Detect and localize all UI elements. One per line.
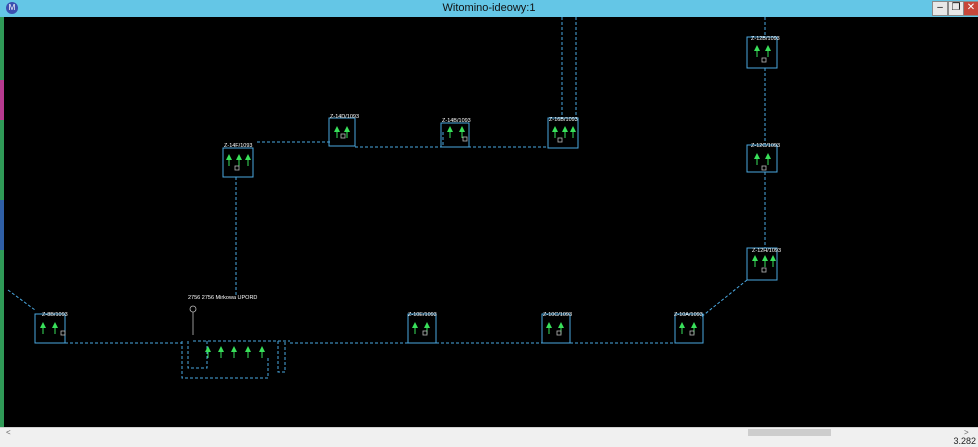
- station-label[interactable]: Z-12B/1093: [751, 36, 780, 42]
- close-button[interactable]: ✕: [963, 1, 978, 16]
- status-value: 3.282: [953, 436, 976, 446]
- station-label[interactable]: Z-10C/1093: [543, 312, 572, 318]
- title-bar: Witomino-ideowy:1 M – ❐ ✕: [0, 0, 978, 17]
- app-icon[interactable]: M: [6, 2, 18, 14]
- schematic-canvas[interactable]: Z-12B/1093 Z-14D/1093 Z-14B/1093 Z-16B/1…: [0, 17, 978, 427]
- maximize-button[interactable]: ❐: [948, 1, 964, 16]
- minimize-button[interactable]: –: [932, 1, 948, 16]
- station-label[interactable]: Z-10A/1093: [674, 312, 703, 318]
- source-station-label[interactable]: 2756 2756 Mirkowa UPORD: [188, 295, 257, 301]
- station-label[interactable]: Z-12H/1093: [752, 248, 781, 254]
- network-diagram: Z-12B/1093 Z-14D/1093 Z-14B/1093 Z-16B/1…: [7, 17, 781, 379]
- feeder-arrows: [40, 45, 776, 352]
- station-label[interactable]: Z-10E/1093: [408, 312, 437, 318]
- left-panel-edge-accent: [0, 80, 4, 120]
- horizontal-scrollbar[interactable]: < >: [0, 427, 978, 437]
- station-label[interactable]: Z-8B/1093: [42, 312, 68, 318]
- scroll-left-arrow-icon[interactable]: <: [6, 428, 11, 437]
- station-label[interactable]: Z-14D/1093: [330, 114, 359, 120]
- station-label[interactable]: Z-12C/1093: [751, 143, 780, 149]
- transformer-symbols: [60, 57, 767, 336]
- station-label[interactable]: Z-14F/1093: [224, 143, 252, 149]
- station-boxes: [34, 36, 778, 344]
- left-panel-edge-accent: [0, 200, 4, 250]
- station-labels: Z-12B/1093 Z-14D/1093 Z-14B/1093 Z-16B/1…: [42, 36, 781, 318]
- station-label[interactable]: Z-14B/1093: [442, 118, 471, 124]
- window-title: Witomino-ideowy:1: [442, 2, 536, 14]
- cable-lines: [7, 17, 766, 379]
- station-label[interactable]: Z-16B/1093: [549, 117, 578, 123]
- status-bar: 3.282: [0, 436, 978, 447]
- scroll-thumb[interactable]: [748, 429, 831, 436]
